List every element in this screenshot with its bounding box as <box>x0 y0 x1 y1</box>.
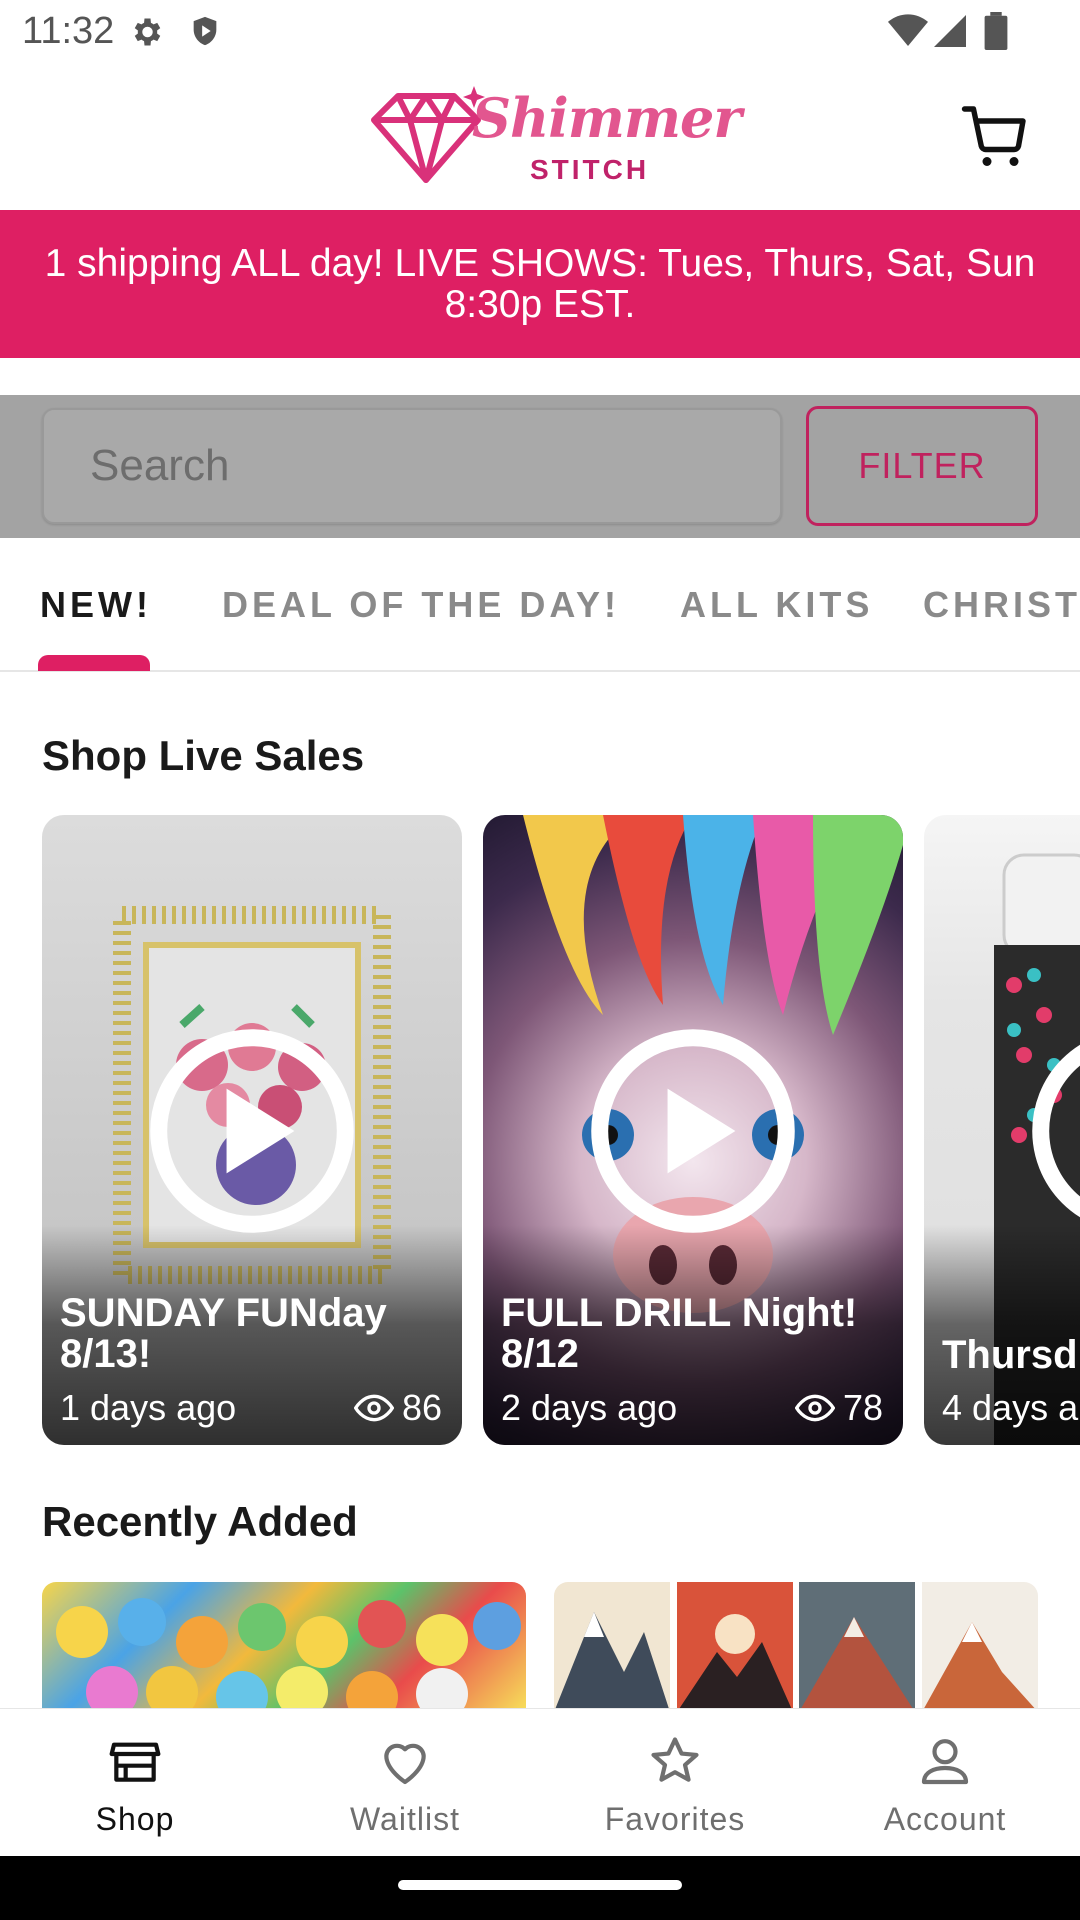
live-sale-views-count: 78 <box>842 1387 883 1428</box>
tab-new[interactable]: NEW! <box>40 584 152 626</box>
nav-shop[interactable]: Shop <box>0 1709 270 1857</box>
nav-waitlist[interactable]: Waitlist <box>270 1709 540 1857</box>
section-title-recently-added: Recently Added <box>42 1498 358 1545</box>
cart-icon[interactable] <box>960 100 1032 172</box>
product-thumbnail <box>56 1598 521 1712</box>
tab-selected-indicator <box>38 655 150 671</box>
home-gesture-handle[interactable] <box>398 1880 682 1890</box>
wifi-icon <box>888 14 928 47</box>
nav-shop-label: Shop <box>95 1801 175 1837</box>
live-sale-title: Thursd <box>942 1333 1078 1377</box>
settings-gear-icon <box>134 18 161 46</box>
product-card[interactable] <box>42 1582 526 1712</box>
live-sale-card[interactable]: Thursd 4 days a <box>924 815 1080 1445</box>
nav-account-label: Account <box>883 1801 1007 1837</box>
store-icon <box>109 1742 161 1782</box>
nav-account[interactable]: Account <box>810 1709 1080 1857</box>
section-title-live-sales: Shop Live Sales <box>42 732 365 779</box>
live-sale-time: 2 days ago <box>501 1387 678 1428</box>
nav-favorites-label: Favorites <box>604 1801 746 1837</box>
live-sale-card[interactable]: SUNDAY FUNday 8/13! 1 days ago 86 <box>42 815 462 1445</box>
play-icon[interactable] <box>1028 1025 1080 1237</box>
live-sale-time: 1 days ago <box>60 1387 237 1428</box>
category-tabs: NEW! DEAL OF THE DAY! ALL KITS CHRISTI <box>0 540 1080 672</box>
play-icon[interactable] <box>146 1025 358 1237</box>
live-sale-title: SUNDAY FUNday 8/13! <box>60 1291 387 1376</box>
logo-subtitle: STITCH <box>530 154 650 185</box>
live-sale-card[interactable]: FULL DRILL Night! 8/12 2 days ago 78 <box>483 815 903 1445</box>
logo-wordmark: Shimmer <box>472 86 742 150</box>
bottom-navigation: Shop Waitlist Favorites Account <box>0 1708 1080 1857</box>
live-sale-time: 4 days a <box>942 1387 1079 1428</box>
live-sale-views: 86 <box>353 1387 442 1429</box>
heart-icon <box>384 1743 426 1785</box>
product-thumbnail <box>554 1582 671 1712</box>
live-sale-views: 78 <box>794 1387 883 1429</box>
filter-button[interactable]: FILTER <box>806 406 1038 526</box>
product-card[interactable] <box>554 1582 1038 1712</box>
product-thumbnail <box>921 1582 1039 1712</box>
status-time: 11:32 <box>22 10 115 52</box>
promo-banner: 1 shipping ALL day! LIVE SHOWS: Tues, Th… <box>0 210 1080 358</box>
shield-icon <box>193 16 217 46</box>
nav-waitlist-label: Waitlist <box>350 1801 460 1837</box>
tab-christmas[interactable]: CHRISTI <box>923 584 1080 626</box>
signal-icon <box>934 15 966 47</box>
product-thumbnail <box>799 1582 916 1712</box>
search-input[interactable]: Search <box>42 408 782 524</box>
live-sale-title: FULL DRILL Night! 8/12 <box>501 1291 858 1376</box>
nav-favorites[interactable]: Favorites <box>540 1709 810 1857</box>
product-thumbnail <box>676 1582 794 1712</box>
tab-deal-of-the-day[interactable]: DEAL OF THE DAY! <box>222 584 620 626</box>
person-icon <box>921 1739 969 1785</box>
eye-icon <box>794 1394 835 1422</box>
star-icon <box>651 1737 699 1782</box>
eye-icon <box>353 1394 394 1422</box>
battery-icon <box>984 12 1008 50</box>
promo-banner-text: 1 shipping ALL day! LIVE SHOWS: Tues, Th… <box>44 242 1036 326</box>
live-sale-views-count: 86 <box>401 1387 442 1428</box>
tab-all-kits[interactable]: ALL KITS <box>680 584 873 626</box>
play-icon[interactable] <box>587 1025 799 1237</box>
